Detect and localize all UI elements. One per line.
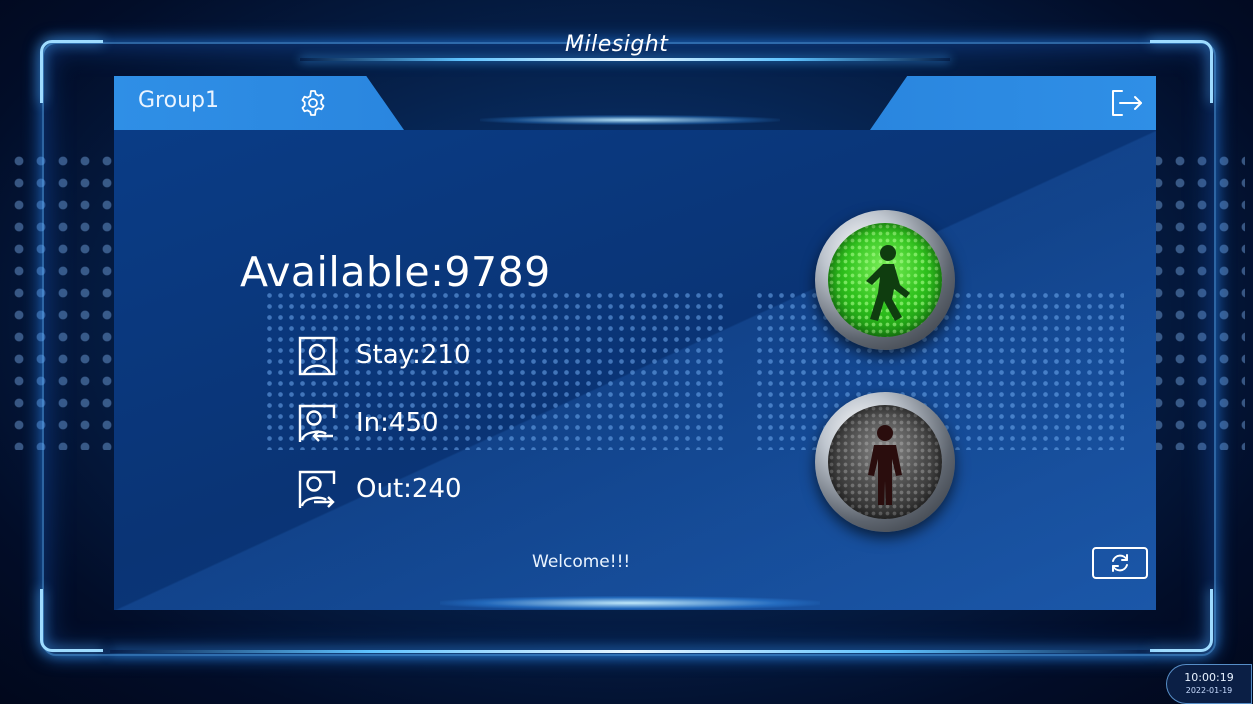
exit-icon	[1112, 90, 1142, 116]
refresh-icon	[1112, 554, 1128, 572]
stop-signal-light	[815, 392, 955, 532]
standing-person-icon	[868, 425, 902, 505]
clock-time: 10:00:19	[1184, 671, 1234, 684]
in-count: In:450	[356, 408, 439, 438]
top-panel-glow	[480, 115, 780, 125]
bottom-panel-glow	[440, 596, 820, 610]
frame-corner-bottom-right	[1150, 589, 1213, 652]
exit-button[interactable]	[1110, 88, 1144, 118]
person-icon	[298, 336, 336, 376]
logo-text: Milesight	[565, 32, 669, 57]
welcome-message: Welcome!!!	[532, 552, 631, 572]
walking-person-icon	[866, 245, 910, 321]
group-name: Group1	[138, 88, 219, 113]
milesight-logo: Milesight	[565, 32, 668, 57]
clock-date: 2022-01-19	[1185, 686, 1233, 695]
person-out-icon	[298, 470, 336, 508]
clock-widget: 10:00:19 2022-01-19	[1166, 664, 1252, 704]
bottom-light-bar	[110, 650, 1150, 653]
settings-button[interactable]	[298, 88, 328, 118]
gear-icon	[301, 90, 325, 116]
occupancy-display-screen: Milesight Group1 Available:9789 Stay:210…	[0, 0, 1253, 704]
frame-corner-top-right	[1150, 40, 1213, 103]
top-light-bar	[300, 58, 950, 61]
refresh-button[interactable]	[1092, 547, 1148, 579]
stay-count: Stay:210	[356, 340, 471, 370]
out-count: Out:240	[356, 474, 462, 504]
available-count: Available:9789	[240, 248, 551, 296]
main-panel	[114, 130, 1156, 610]
person-in-icon	[298, 404, 336, 442]
go-signal-light	[815, 210, 955, 350]
frame-corner-bottom-left	[40, 589, 103, 652]
frame-corner-top-left	[40, 40, 103, 103]
